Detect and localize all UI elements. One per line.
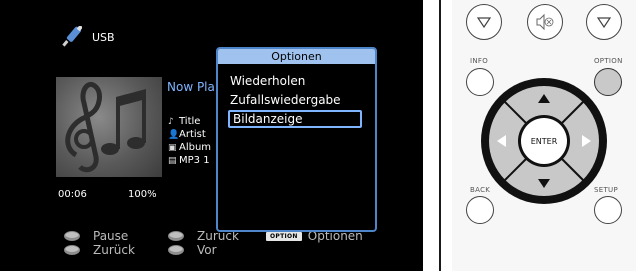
option-picture-display[interactable]: Bildanzeige — [228, 110, 362, 128]
hint-pause: Pause — [64, 229, 128, 243]
track-artist: 👤Artist — [168, 129, 206, 140]
album-art — [56, 77, 162, 177]
popup-title: Optionen — [218, 49, 375, 64]
remote-button-icon — [168, 231, 184, 241]
mute-icon — [536, 13, 554, 31]
navigation-dpad: ENTER — [481, 78, 607, 204]
triangle-down-icon — [596, 17, 612, 29]
remote-button-icon — [64, 231, 80, 241]
info-label: INFO — [470, 57, 489, 65]
track-album: ▣ Album — [168, 142, 212, 153]
channel-down-button[interactable] — [586, 4, 622, 40]
tv-screen: USB Now Pla ♪ Title 👤Artist ▣ Album ▤ MP3 1… — [0, 0, 423, 271]
remote-button-icon — [168, 245, 184, 255]
hint-back-bottom: Zurück — [64, 243, 135, 257]
person-icon: 👤 — [168, 130, 180, 140]
track-title: ♪ Title — [168, 116, 201, 127]
enter-label: ENTER — [531, 137, 558, 146]
volume-down-button[interactable] — [466, 4, 502, 40]
progress-percent: 100% — [128, 189, 157, 200]
divider — [439, 0, 441, 271]
mute-button[interactable] — [527, 4, 563, 40]
format-icon: ▤ — [168, 156, 177, 166]
triangle-down-icon — [476, 17, 492, 29]
hint-next: Vor — [168, 243, 217, 257]
now-playing-label: Now Pla — [167, 80, 215, 94]
remote-control: INFO OPTION BACK SETUP ENTER — [452, 0, 636, 271]
options-popup: Optionen Wiederholen Zufallswiedergabe B… — [216, 47, 377, 232]
music-note-icon: ♪ — [168, 117, 174, 127]
source-label: USB — [92, 31, 115, 44]
option-button-icon: OPTION — [266, 231, 302, 241]
music-note-icon — [65, 81, 146, 173]
option-repeat[interactable]: Wiederholen — [230, 73, 362, 89]
remote-button-icon — [64, 245, 80, 255]
option-shuffle[interactable]: Zufallswiedergabe — [230, 92, 362, 108]
track-format: ▤ MP3 1 — [168, 155, 210, 166]
elapsed-time: 00:06 — [58, 189, 87, 200]
usb-icon — [62, 26, 82, 47]
option-label: OPTION — [594, 57, 623, 65]
disc-icon: ▣ — [168, 143, 177, 153]
